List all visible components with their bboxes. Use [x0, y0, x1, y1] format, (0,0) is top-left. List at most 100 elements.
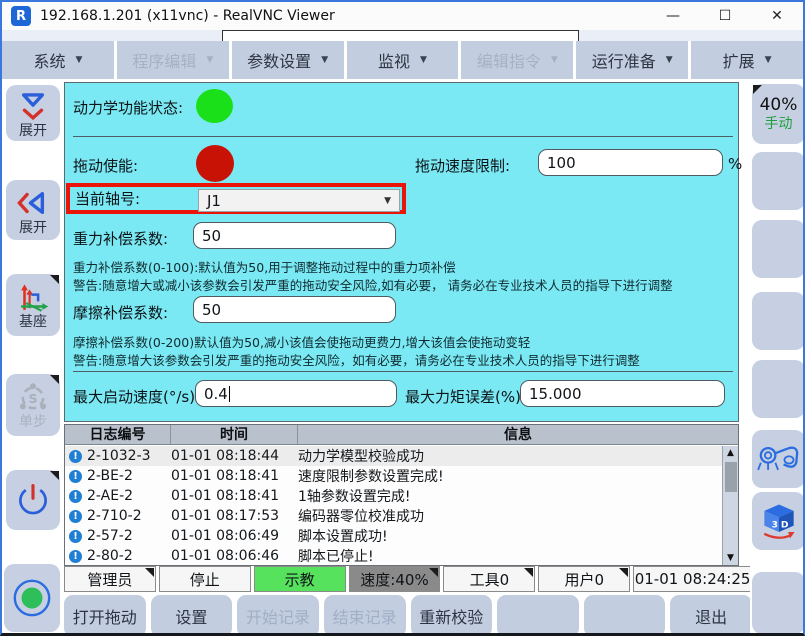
speed-percent-label: 40%	[760, 95, 798, 115]
status-user-frame[interactable]: 用户0	[538, 566, 630, 592]
gravity-input[interactable]: 50	[193, 222, 396, 249]
log-row[interactable]: ! 2-1032-3 01-01 08:18:44 动力学模型校验成功	[65, 446, 722, 466]
blank-side-button[interactable]	[752, 572, 805, 634]
log-time: 01-01 08:18:41	[171, 468, 298, 484]
max-torque-error-value: 15.000	[529, 385, 582, 403]
log-scrollbar[interactable]: ▲ ▼	[722, 446, 738, 565]
max-start-speed-value: 0.4	[204, 385, 228, 403]
status-speed[interactable]: 速度:40%	[349, 566, 441, 592]
info-icon: !	[69, 470, 82, 483]
vnc-window: R 192.168.1.201 (x11vnc) - RealVNC Viewe…	[0, 0, 805, 636]
menu-label: 运行准备	[592, 48, 656, 72]
blank-button[interactable]	[497, 595, 579, 636]
chevron-down-icon: ▼	[206, 55, 213, 65]
status-role[interactable]: 管理员	[64, 566, 156, 592]
menu-parameter-settings[interactable]: 参数设置 ▼	[232, 41, 344, 79]
chevron-down-icon: ▼	[420, 55, 427, 65]
log-row[interactable]: ! 2-AE-2 01-01 08:18:41 1轴参数设置完成!	[65, 486, 722, 506]
log-row[interactable]: ! 2-57-2 01-01 08:06:49 脚本设置成功!	[65, 526, 722, 546]
power-icon	[15, 482, 51, 518]
log-header-id: 日志编号	[65, 425, 171, 444]
content-area: 展开 展开 基座	[2, 79, 803, 636]
jog-controller-button[interactable]	[752, 430, 805, 488]
log-id: 2-710-2	[87, 508, 171, 524]
max-torque-error-input[interactable]: 15.000	[520, 380, 725, 407]
scroll-down-icon[interactable]: ▼	[727, 551, 734, 565]
close-icon[interactable]: ✕	[751, 2, 803, 30]
svg-text:S: S	[28, 391, 37, 406]
single-step-label: 单步	[19, 415, 47, 429]
reverify-button[interactable]: 重新校验	[411, 595, 493, 636]
single-step-icon: S	[16, 382, 50, 414]
log-id: 2-1032-3	[87, 448, 171, 464]
menu-system[interactable]: 系统 ▼	[2, 41, 114, 79]
log-time: 01-01 08:18:44	[171, 448, 298, 464]
menu-extension[interactable]: 扩展 ▼	[691, 41, 803, 79]
info-icon: !	[69, 530, 82, 543]
status-mode-label: 示教	[285, 569, 315, 590]
status-run-state[interactable]: 停止	[159, 566, 251, 592]
log-id: 2-80-2	[87, 548, 171, 564]
start-record-button: 开始记录	[237, 595, 319, 636]
current-axis-select[interactable]: J1 ▼	[198, 189, 400, 212]
drag-enable-indicator	[196, 145, 234, 182]
gravity-value: 50	[202, 227, 221, 245]
status-role-label: 管理员	[87, 569, 132, 590]
log-time: 01-01 08:06:46	[171, 548, 298, 564]
blank-side-button[interactable]	[752, 220, 805, 278]
expand-left-button[interactable]: 展开	[6, 180, 60, 240]
double-chevron-down-icon	[16, 89, 50, 123]
info-icon: !	[69, 550, 82, 563]
menu-label: 系统	[33, 48, 65, 72]
maximize-icon[interactable]: ☐	[699, 2, 751, 30]
blank-side-button[interactable]	[752, 152, 805, 210]
friction-value: 50	[202, 301, 221, 319]
scroll-up-icon[interactable]: ▲	[727, 446, 734, 460]
power-button[interactable]	[6, 470, 60, 530]
blank-side-button[interactable]	[752, 360, 805, 418]
max-torque-error-label: 最大力矩误差(%):	[405, 386, 526, 407]
drag-speed-limit-input[interactable]: 100	[538, 149, 723, 176]
friction-input[interactable]: 50	[193, 296, 396, 323]
log-header-time: 时间	[171, 425, 298, 444]
speed-mode-button[interactable]: 40% 手动	[752, 84, 805, 144]
expand-down-label: 展开	[19, 124, 47, 138]
cube-3d-icon: 3 D	[757, 499, 801, 543]
menu-run-preparation[interactable]: 运行准备 ▼	[576, 41, 688, 79]
current-axis-label: 当前轴号:	[75, 188, 140, 209]
record-status-button[interactable]	[4, 564, 60, 632]
divider	[73, 136, 733, 137]
status-tool[interactable]: 工具0	[443, 566, 535, 592]
chevron-down-icon: ▼	[321, 55, 328, 65]
divider	[73, 371, 733, 372]
minimize-icon[interactable]: —	[647, 2, 699, 30]
base-frame-button[interactable]: 基座	[6, 274, 60, 336]
button-label: 结束记录	[333, 604, 397, 628]
status-tool-label: 工具0	[470, 569, 510, 590]
bottom-button-row: 打开拖动 设置 开始记录 结束记录 重新校验 退出	[64, 595, 752, 636]
scrollbar-thumb[interactable]	[725, 462, 737, 492]
dynamics-status-indicator	[196, 89, 233, 123]
open-drag-button[interactable]: 打开拖动	[64, 595, 146, 636]
view-3d-button[interactable]: 3 D	[752, 492, 805, 550]
friction-warning-text: 警告:随意增大该参数会引发严重的拖动安全风险，如有必要，请务必在专业技术人员的指…	[73, 350, 640, 369]
blank-button[interactable]	[584, 595, 666, 636]
gravity-info-text: 重力补偿系数(0-100):默认值为50,用于调整拖动过程中的重力项补偿	[73, 257, 456, 276]
chevron-down-icon: ▼	[384, 196, 391, 206]
log-row[interactable]: ! 2-80-2 01-01 08:06:46 脚本已停止!	[65, 546, 722, 566]
current-axis-value: J1	[207, 192, 221, 210]
max-start-speed-input[interactable]: 0.4	[195, 380, 397, 407]
single-step-button: S 单步	[6, 374, 60, 436]
log-row[interactable]: ! 2-BE-2 01-01 08:18:41 速度限制参数设置完成!	[65, 466, 722, 486]
settings-button[interactable]: 设置	[151, 595, 233, 636]
menu-monitor[interactable]: 监视 ▼	[347, 41, 459, 79]
status-mode[interactable]: 示教	[254, 566, 346, 592]
status-speed-label: 速度:40%	[360, 569, 428, 590]
status-datetime: 01-01 08:24:25	[633, 566, 752, 592]
log-row[interactable]: ! 2-710-2 01-01 08:17:53 编码器零位校准成功	[65, 506, 722, 526]
status-run-state-label: 停止	[190, 569, 220, 590]
exit-button[interactable]: 退出	[670, 595, 752, 636]
end-record-button: 结束记录	[324, 595, 406, 636]
expand-down-button[interactable]: 展开	[6, 85, 60, 141]
blank-side-button[interactable]	[752, 292, 805, 350]
